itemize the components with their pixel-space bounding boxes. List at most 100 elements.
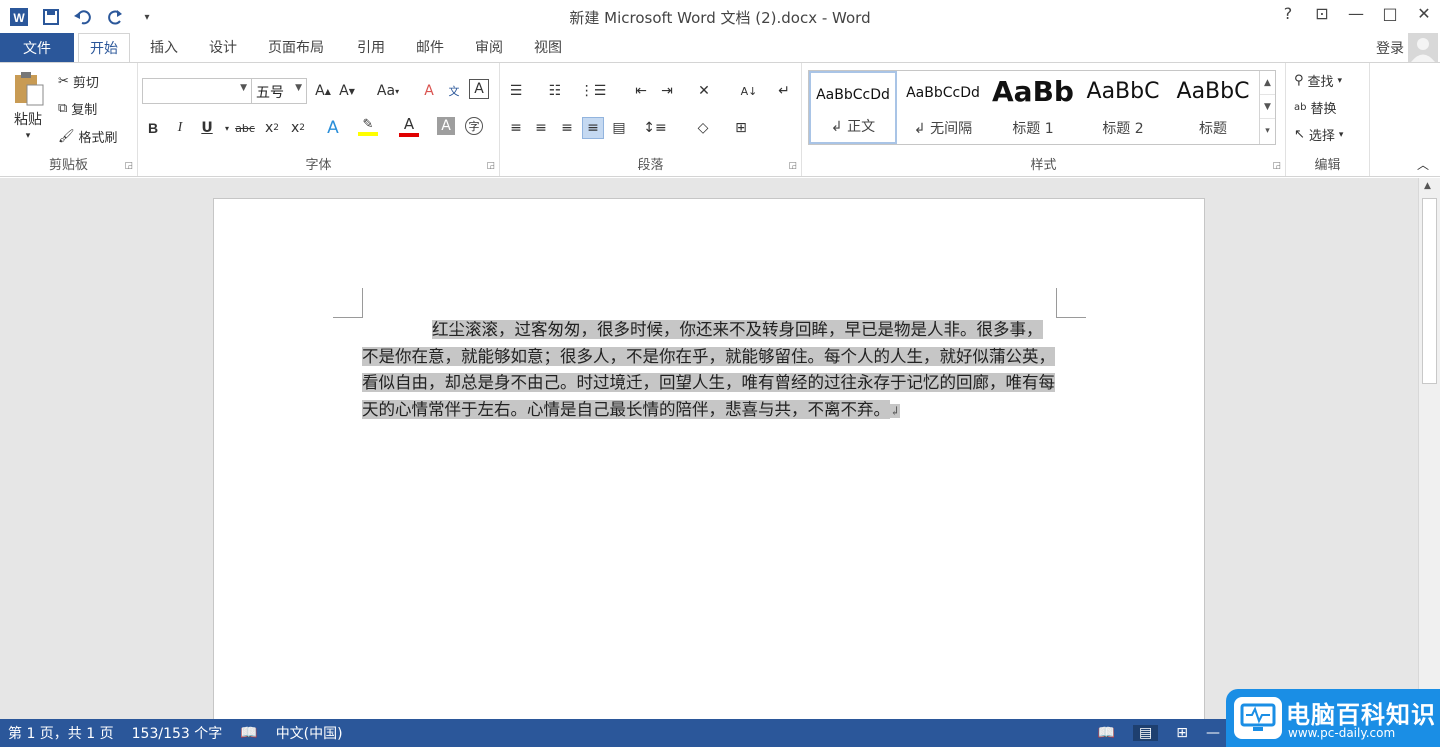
avatar[interactable] xyxy=(1408,33,1438,62)
scroll-thumb[interactable] xyxy=(1422,198,1437,384)
selected-paragraph[interactable]: 红尘滚滚，过客匆匆，很多时候，你还来不及转身回眸，早已是物是人非。很多事，不是你… xyxy=(362,320,1055,419)
change-case-button[interactable]: Aa ▾ xyxy=(370,80,406,102)
justify-icon[interactable]: ≡ xyxy=(582,117,604,139)
select-button[interactable]: ↖ 选择 ▾ xyxy=(1294,125,1343,144)
clear-formatting-icon[interactable]: A xyxy=(418,80,440,102)
sort-icon[interactable]: A↓ xyxy=(738,80,760,102)
character-shading-icon[interactable]: A xyxy=(437,117,455,135)
text-effects-icon[interactable]: A xyxy=(322,117,344,139)
read-mode-icon[interactable]: 📖 xyxy=(1098,725,1115,741)
chevron-down-icon: ▼ xyxy=(240,83,247,93)
minimize-button[interactable]: — xyxy=(1346,4,1366,23)
help-button[interactable]: ? xyxy=(1278,4,1298,23)
tab-design[interactable]: 设计 xyxy=(209,37,237,57)
decrease-indent-icon[interactable]: ⇤ xyxy=(630,80,652,102)
document-page[interactable]: 红尘滚滚，过客匆匆，很多时候，你还来不及转身回眸，早已是物是人非。很多事，不是你… xyxy=(213,198,1205,738)
web-layout-icon[interactable]: ⊞ xyxy=(1176,725,1188,741)
clipboard-group-label: 剪贴板 xyxy=(48,158,88,173)
align-left-icon[interactable]: ≡ xyxy=(505,117,527,139)
numbering-icon[interactable]: ☷ xyxy=(544,80,566,102)
tab-insert[interactable]: 插入 xyxy=(150,37,178,57)
tab-page-layout[interactable]: 页面布局 xyxy=(268,37,324,57)
style-name: ↲ 无间隔 xyxy=(913,121,973,137)
dialog-launcher-icon[interactable]: ◲ xyxy=(486,161,495,171)
tab-home[interactable]: 开始 xyxy=(78,33,130,63)
highlight-color-button[interactable]: ✎ xyxy=(357,115,379,137)
character-border-icon[interactable]: A xyxy=(469,79,489,99)
style-title[interactable]: AaBbC 标题 xyxy=(1169,71,1257,144)
title-bar: W ▾ 新建 Microsoft Word 文档 (2).docx - Word… xyxy=(0,0,1440,33)
cut-button[interactable]: ✂ 剪切 xyxy=(58,72,99,91)
proofing-icon[interactable]: 📖 xyxy=(240,725,257,741)
close-button[interactable]: ✕ xyxy=(1414,4,1434,23)
zoom-slider[interactable]: — xyxy=(1206,725,1220,741)
replace-button[interactable]: ab 替换 xyxy=(1294,98,1337,117)
style-name: 标题 2 xyxy=(1102,121,1144,137)
cursor-icon: ↖ xyxy=(1294,127,1305,142)
superscript-button[interactable]: x2 xyxy=(287,117,309,139)
format-painter-button[interactable]: 🖌 格式刷 xyxy=(58,127,118,146)
underline-button[interactable]: U xyxy=(196,117,218,139)
sign-in-link[interactable]: 登录 xyxy=(1376,38,1404,58)
maximize-button[interactable]: □ xyxy=(1380,4,1400,23)
scissors-icon: ✂ xyxy=(58,74,69,89)
copy-button[interactable]: ⧉ 复制 xyxy=(58,99,97,118)
tab-view[interactable]: 视图 xyxy=(534,37,562,57)
style-normal[interactable]: AaBbCcDd ↲ 正文 xyxy=(809,71,897,144)
scroll-up-icon[interactable]: ▲ xyxy=(1424,181,1431,191)
multilevel-list-icon[interactable]: ⋮☰ xyxy=(580,80,607,102)
word-count[interactable]: 153/153 个字 xyxy=(132,723,223,743)
tab-references[interactable]: 引用 xyxy=(357,37,385,57)
subscript-button[interactable]: x2 xyxy=(261,117,283,139)
dialog-launcher-icon[interactable]: ◲ xyxy=(1272,161,1281,171)
style-no-spacing[interactable]: AaBbCcDd ↲ 无间隔 xyxy=(899,71,987,144)
line-spacing-icon[interactable]: ↕≡ xyxy=(643,117,666,139)
italic-button[interactable]: I xyxy=(169,117,191,139)
dialog-launcher-icon[interactable]: ◲ xyxy=(124,161,133,171)
align-center-icon[interactable]: ≡ xyxy=(530,117,552,139)
show-hide-marks-icon[interactable]: ↵ xyxy=(773,80,795,102)
highlight-color-bar xyxy=(358,131,378,136)
strikethrough-button[interactable]: abc xyxy=(234,117,256,139)
collapse-ribbon-icon[interactable]: ︿ xyxy=(1412,153,1434,175)
font-size-combo[interactable]: 五号 ▼ xyxy=(251,78,307,104)
phonetic-guide-icon[interactable]: 文 xyxy=(443,80,465,102)
styles-group-label: 样式 xyxy=(1030,158,1057,173)
bold-button[interactable]: B xyxy=(142,117,164,139)
vertical-scrollbar[interactable]: ▲ xyxy=(1418,178,1440,719)
style-heading-2[interactable]: AaBbC 标题 2 xyxy=(1079,71,1167,144)
language[interactable]: 中文(中国) xyxy=(276,723,343,743)
ribbon-display-options-button[interactable]: ⊡ xyxy=(1312,4,1332,23)
bullets-icon[interactable]: ☰ xyxy=(505,80,527,102)
font-color-button[interactable]: A xyxy=(398,115,420,137)
align-right-icon[interactable]: ≡ xyxy=(556,117,578,139)
page-count[interactable]: 第 1 页，共 1 页 xyxy=(8,723,114,743)
print-layout-icon[interactable]: ▤ xyxy=(1133,725,1159,741)
paste-button[interactable]: 粘贴 ▾ xyxy=(10,71,46,141)
dialog-launcher-icon[interactable]: ◲ xyxy=(788,161,797,171)
replace-label: 替换 xyxy=(1310,102,1337,117)
chinese-layout-icon[interactable]: ✕ xyxy=(693,80,715,102)
tab-review[interactable]: 审阅 xyxy=(475,37,503,57)
document-body[interactable]: 红尘滚滚，过客匆匆，很多时候，你还来不及转身回眸，早已是物是人非。很多事，不是你… xyxy=(362,317,1056,424)
borders-icon[interactable]: ⊞ xyxy=(730,117,752,139)
tab-file[interactable]: 文件 xyxy=(0,33,74,62)
paste-icon xyxy=(15,72,44,106)
distributed-icon[interactable]: ▤ xyxy=(608,117,630,139)
shading-icon[interactable]: ◇ xyxy=(692,117,714,139)
chevron-up-icon[interactable]: ▲ xyxy=(1260,71,1275,95)
tab-mailings[interactable]: 邮件 xyxy=(416,37,444,57)
grow-font-button[interactable]: A ▲ xyxy=(312,80,334,102)
shrink-font-button[interactable]: A ▼ xyxy=(336,80,358,102)
find-button[interactable]: ⚲ 查找 ▾ xyxy=(1294,71,1342,90)
style-heading-1[interactable]: AaBb 标题 1 xyxy=(989,71,1077,144)
enclosed-characters-icon[interactable]: 字 xyxy=(465,117,483,135)
paste-dropdown-icon[interactable]: ▾ xyxy=(26,131,31,141)
chevron-down-icon[interactable]: ▼ xyxy=(1260,95,1275,119)
font-name-combo[interactable]: ▼ xyxy=(142,78,252,104)
ribbon-tabs: 文件 开始 插入 设计 页面布局 引用 邮件 审阅 视图 登录 xyxy=(0,33,1440,63)
increase-indent-icon[interactable]: ⇥ xyxy=(656,80,678,102)
more-styles-icon[interactable]: ▾ xyxy=(1260,119,1275,143)
paste-label: 粘贴 xyxy=(14,112,42,128)
style-name: 标题 1 xyxy=(1012,121,1054,137)
